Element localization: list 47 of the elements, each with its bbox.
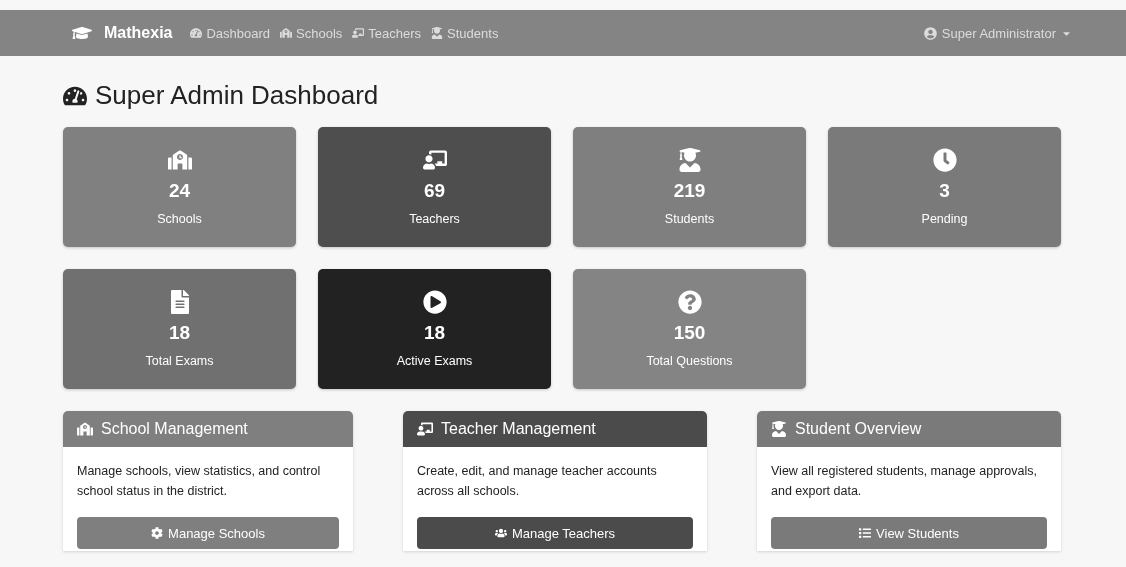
stat-label: Active Exams	[396, 354, 473, 368]
brand-link[interactable]: Mathexia	[72, 23, 173, 43]
nav-link[interactable]: Teachers	[352, 25, 422, 41]
panel-title: Student Overview	[795, 420, 922, 438]
action-button[interactable]: Manage Schools	[77, 517, 339, 549]
stat-label: Students	[664, 212, 715, 226]
stat-value: 3	[939, 180, 950, 202]
school-icon	[77, 421, 93, 437]
teacher-icon	[352, 27, 365, 39]
user-icon	[923, 26, 937, 40]
play-icon	[422, 290, 447, 314]
stat-value: 150	[673, 322, 706, 344]
nav-link[interactable]: Schools	[280, 25, 343, 41]
school-icon	[167, 148, 192, 172]
panel-title: School Management	[101, 420, 248, 438]
stat-value: 219	[673, 180, 706, 202]
teacher-icon	[422, 148, 447, 172]
action-button[interactable]: View Students	[771, 517, 1047, 549]
stat-label: Total Exams	[145, 354, 214, 368]
action-button[interactable]: Manage Teachers	[417, 517, 693, 549]
panel-description: Manage schools, view statistics, and control school status in the district.	[77, 463, 322, 500]
school-icon	[280, 27, 293, 39]
panel-description: Create, edit, and manage teacher accounts across all schools.	[417, 463, 658, 500]
list-icon	[859, 527, 872, 539]
user-menu[interactable]: Super Administrator	[923, 25, 1072, 41]
stat-label: Schools	[157, 212, 202, 226]
users-icon	[494, 527, 507, 539]
clock-icon	[932, 148, 957, 172]
page-title: Super Admin Dashboard	[63, 80, 1063, 111]
gear-icon	[151, 527, 164, 539]
stat-value: 18	[423, 322, 446, 344]
graduate-icon	[677, 148, 702, 172]
graduate-icon	[431, 27, 444, 39]
stat-value: 69	[423, 180, 446, 202]
stat-value: 18	[168, 322, 191, 344]
question-icon	[677, 290, 702, 314]
stat-label: Pending	[921, 212, 968, 226]
panel-title: Teacher Management	[441, 420, 596, 438]
nav-link[interactable]: Dashboard	[190, 25, 271, 41]
nav-link[interactable]: Students	[431, 25, 499, 41]
gauge-icon	[190, 27, 203, 39]
graduate-icon	[771, 421, 787, 437]
stat-label: Teachers	[409, 212, 460, 226]
teacher-icon	[417, 421, 433, 437]
panel-description: View all registered students, manage approvals, and export data.	[771, 463, 1038, 500]
stat-label: Total Questions	[646, 354, 733, 368]
stat-value: 24	[168, 180, 191, 202]
